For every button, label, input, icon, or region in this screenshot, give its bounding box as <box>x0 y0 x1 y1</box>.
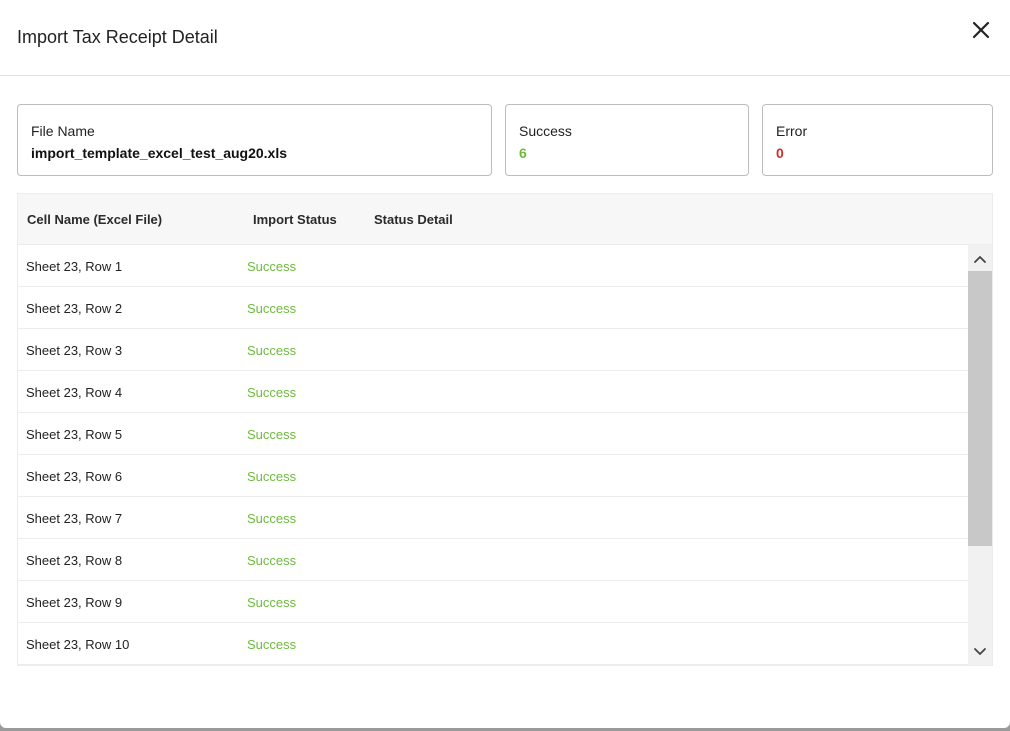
success-label: Success <box>519 123 572 139</box>
file-name-value: import_template_excel_test_aug20.xls <box>31 145 288 161</box>
table-row: Sheet 23, Row 7 Success <box>18 497 968 539</box>
import-status: Success <box>247 553 297 568</box>
chevron-up-icon <box>974 256 986 263</box>
file-name-label: File Name <box>31 123 95 139</box>
column-header-import-status: Import Status <box>253 212 337 227</box>
cell-name: Sheet 23, Row 9 <box>26 595 123 610</box>
cell-name: Sheet 23, Row 7 <box>26 511 123 526</box>
import-status: Success <box>247 259 297 274</box>
column-header-cell-name: Cell Name (Excel File) <box>27 212 163 227</box>
import-results-table: Cell Name (Excel File) Import Status Sta… <box>17 193 993 666</box>
scroll-thumb[interactable] <box>968 271 992 546</box>
file-name-card: File Name import_template_excel_test_aug… <box>17 104 492 176</box>
import-status: Success <box>247 385 297 400</box>
cell-name: Sheet 23, Row 1 <box>26 259 123 274</box>
import-status: Success <box>247 595 297 610</box>
scroll-up-button[interactable] <box>968 245 992 271</box>
error-count: 0 <box>776 145 784 161</box>
cell-name: Sheet 23, Row 8 <box>26 553 123 568</box>
table-scrollbar[interactable] <box>968 245 992 665</box>
cell-name: Sheet 23, Row 2 <box>26 301 123 316</box>
modal-header: Import Tax Receipt Detail <box>0 0 1010 76</box>
table-row: Sheet 23, Row 4 Success <box>18 371 968 413</box>
column-header-status-detail: Status Detail <box>374 212 453 227</box>
scroll-down-button[interactable] <box>968 639 992 665</box>
cell-name: Sheet 23, Row 4 <box>26 385 123 400</box>
modal-title: Import Tax Receipt Detail <box>17 27 218 47</box>
cell-name: Sheet 23, Row 3 <box>26 343 123 358</box>
table-row: Sheet 23, Row 10 Success <box>18 623 968 665</box>
cell-name: Sheet 23, Row 6 <box>26 469 123 484</box>
table-row: Sheet 23, Row 6 Success <box>18 455 968 497</box>
chevron-down-icon <box>974 648 986 655</box>
table-row: Sheet 23, Row 5 Success <box>18 413 968 455</box>
cell-name: Sheet 23, Row 5 <box>26 427 123 442</box>
success-card: Success 6 <box>505 104 749 176</box>
import-status: Success <box>247 343 297 358</box>
success-count: 6 <box>519 145 527 161</box>
table-body[interactable]: Sheet 23, Row 1 Success Sheet 23, Row 2 … <box>18 245 968 665</box>
import-status: Success <box>247 511 297 526</box>
import-status: Success <box>247 301 297 316</box>
close-button[interactable] <box>968 18 994 44</box>
import-status: Success <box>247 469 297 484</box>
cell-name: Sheet 23, Row 10 <box>26 637 130 652</box>
table-row: Sheet 23, Row 9 Success <box>18 581 968 623</box>
table-row: Sheet 23, Row 3 Success <box>18 329 968 371</box>
import-status: Success <box>247 637 297 652</box>
error-card: Error 0 <box>762 104 993 176</box>
table-row: Sheet 23, Row 1 Success <box>18 245 968 287</box>
table-row: Sheet 23, Row 8 Success <box>18 539 968 581</box>
close-icon <box>972 21 990 39</box>
table-header: Cell Name (Excel File) Import Status Sta… <box>18 194 992 245</box>
table-row: Sheet 23, Row 2 Success <box>18 287 968 329</box>
import-detail-modal: Import Tax Receipt Detail File Name impo… <box>0 0 1010 728</box>
error-label: Error <box>776 123 808 139</box>
import-status: Success <box>247 427 297 442</box>
